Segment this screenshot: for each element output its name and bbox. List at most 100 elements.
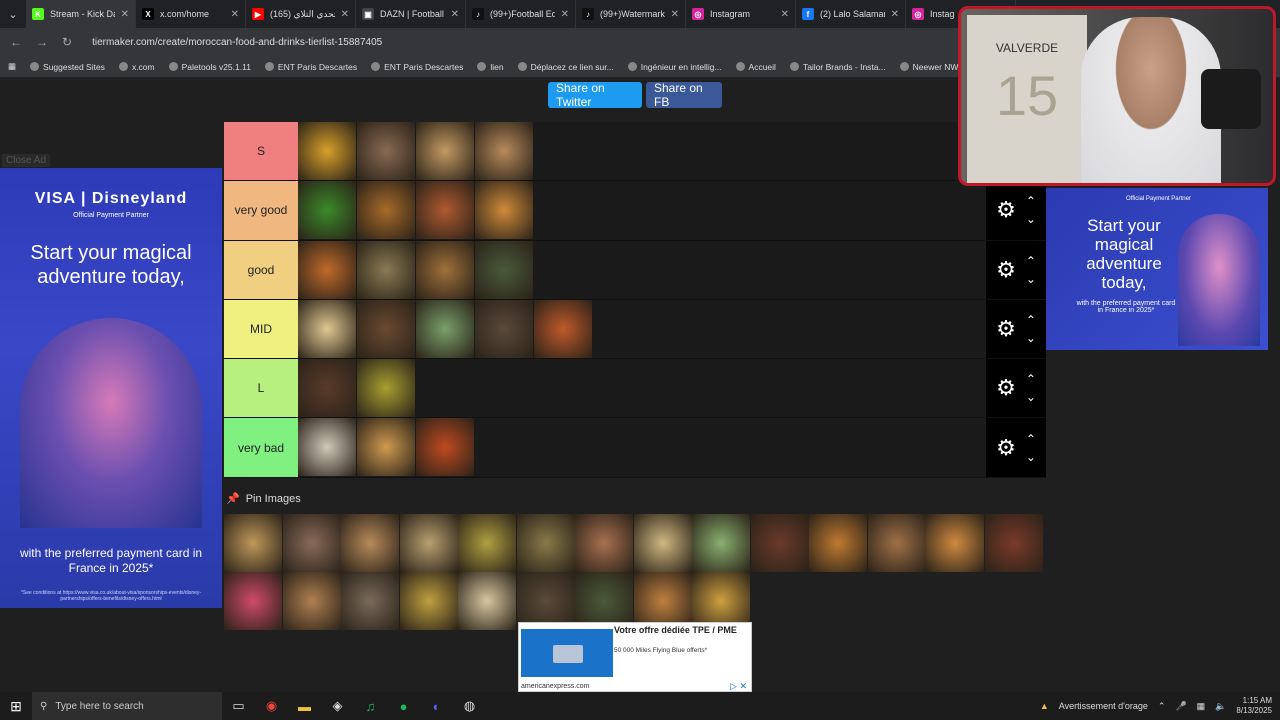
share-facebook-button[interactable]: Share on FB bbox=[646, 81, 722, 109]
pinned-food-image[interactable] bbox=[458, 572, 516, 630]
pinned-food-image[interactable] bbox=[399, 514, 458, 572]
pin-images-header[interactable]: 📌 Pin Images bbox=[226, 492, 301, 506]
close-tab-icon[interactable]: ✕ bbox=[561, 9, 569, 20]
close-tab-icon[interactable]: ✕ bbox=[671, 9, 679, 20]
food-image[interactable] bbox=[475, 299, 533, 358]
food-image[interactable] bbox=[416, 181, 474, 240]
amex-promo-ad[interactable]: Votre offre dédiée TPE / PME 50 000 Mile… bbox=[518, 622, 752, 692]
chevron-down-icon[interactable]: ⌄ bbox=[1026, 210, 1036, 228]
close-tab-icon[interactable]: ✕ bbox=[341, 9, 349, 20]
pinned-food-image[interactable] bbox=[224, 572, 282, 630]
food-image[interactable] bbox=[298, 240, 356, 299]
clock[interactable]: 1:15 AM 8/13/2025 bbox=[1236, 696, 1272, 716]
chevron-up-icon[interactable]: ⌃ bbox=[1026, 252, 1036, 270]
chevron-down-icon[interactable]: ⌄ bbox=[1026, 329, 1036, 347]
pinned-food-image[interactable] bbox=[692, 514, 750, 572]
file-explorer-icon[interactable]: ▬ bbox=[288, 699, 321, 714]
pinned-food-image[interactable] bbox=[633, 514, 692, 572]
food-image[interactable] bbox=[475, 181, 533, 240]
browser-tab[interactable]: ▣ DAZN | Football | ✕ bbox=[356, 0, 466, 28]
tier-label[interactable]: very bad bbox=[224, 418, 298, 477]
gear-icon[interactable]: ⚙ bbox=[996, 257, 1016, 283]
pinned-food-image[interactable] bbox=[750, 514, 809, 572]
bookmark-item[interactable]: lien bbox=[477, 62, 504, 72]
browser-tab[interactable]: ♪ (99+)Watermark ✕ bbox=[576, 0, 686, 28]
browser-tab[interactable]: Xx.com/home ✕ bbox=[136, 0, 246, 28]
pinned-food-image[interactable] bbox=[341, 572, 399, 630]
spotify-icon[interactable]: ● bbox=[387, 699, 420, 714]
bookmark-item[interactable]: Ingénieur en intellig... bbox=[627, 62, 722, 72]
browser-tab[interactable]: f (2) Lalo Salamanc ✕ bbox=[796, 0, 906, 28]
food-image[interactable] bbox=[475, 240, 533, 299]
close-tab-icon[interactable]: ✕ bbox=[781, 9, 789, 20]
pinned-food-image[interactable] bbox=[984, 514, 1043, 572]
bookmark-item[interactable]: x.com bbox=[118, 62, 155, 72]
pinned-food-image[interactable] bbox=[282, 572, 341, 630]
tier-label[interactable]: S bbox=[224, 122, 298, 181]
apps-grid-icon[interactable]: ▦ bbox=[8, 61, 16, 72]
ad-choices-icon[interactable]: ▷ ✕ bbox=[730, 681, 747, 692]
close-tab-icon[interactable]: ✕ bbox=[231, 9, 239, 20]
url-field[interactable]: tiermaker.com/create/moroccan-food-and-d… bbox=[92, 37, 382, 48]
tray-chevron-icon[interactable]: ⌃ bbox=[1158, 701, 1166, 712]
chevron-down-icon[interactable]: ⌄ bbox=[1026, 270, 1036, 288]
food-image[interactable] bbox=[416, 122, 474, 180]
music-app-icon[interactable]: ♫ bbox=[354, 699, 387, 714]
food-image[interactable] bbox=[298, 122, 356, 180]
food-image[interactable] bbox=[357, 240, 415, 299]
taskbar-search[interactable]: ⚲ Type here to search bbox=[32, 692, 222, 720]
pinned-food-image[interactable] bbox=[575, 514, 633, 572]
discord-icon[interactable]: ◐ bbox=[420, 699, 453, 714]
food-image[interactable] bbox=[298, 418, 356, 477]
back-icon[interactable]: ← bbox=[10, 35, 22, 49]
pinned-food-image[interactable] bbox=[516, 514, 575, 572]
pinned-food-image[interactable] bbox=[809, 514, 867, 572]
gear-icon[interactable]: ⚙ bbox=[996, 435, 1016, 461]
gear-icon[interactable]: ⚙ bbox=[996, 375, 1016, 401]
app-icon[interactable]: ◈ bbox=[321, 698, 354, 714]
pinned-food-image[interactable] bbox=[458, 514, 516, 572]
chevron-up-icon[interactable]: ⌃ bbox=[1026, 192, 1036, 210]
bookmark-item[interactable]: Déplacez ce lien sur... bbox=[517, 62, 614, 72]
food-image[interactable] bbox=[357, 299, 415, 358]
food-image[interactable] bbox=[357, 359, 415, 418]
close-ad-button[interactable]: Close Ad bbox=[2, 154, 51, 167]
tier-label[interactable]: L bbox=[224, 359, 298, 418]
tab-search-icon[interactable]: ⌄ bbox=[0, 8, 26, 21]
food-image[interactable] bbox=[298, 181, 356, 240]
pinned-food-image[interactable] bbox=[399, 572, 458, 630]
close-tab-icon[interactable]: ✕ bbox=[121, 9, 129, 20]
food-image[interactable] bbox=[416, 299, 474, 358]
bookmark-item[interactable]: Accueil bbox=[735, 62, 776, 72]
volume-icon[interactable]: 🔈 bbox=[1215, 701, 1226, 712]
food-image[interactable] bbox=[475, 122, 533, 180]
browser-tab[interactable]: ▶ (165) تحدي التلاي ✕ bbox=[246, 0, 356, 28]
tier-label[interactable]: MID bbox=[224, 299, 298, 359]
close-tab-icon[interactable]: ✕ bbox=[891, 9, 899, 20]
bookmark-item[interactable]: Paletools v25.1.11 bbox=[168, 62, 251, 72]
chevron-up-icon[interactable]: ⌃ bbox=[1026, 370, 1036, 388]
food-image[interactable] bbox=[357, 181, 415, 240]
food-image[interactable] bbox=[298, 299, 356, 358]
reload-icon[interactable]: ↻ bbox=[62, 35, 72, 49]
forward-icon[interactable]: → bbox=[36, 35, 48, 49]
bookmark-item[interactable]: Tailor Brands - Insta... bbox=[789, 62, 886, 72]
food-image[interactable] bbox=[534, 299, 592, 358]
chevron-down-icon[interactable]: ⌄ bbox=[1026, 388, 1036, 406]
food-image[interactable] bbox=[357, 418, 415, 477]
chevron-up-icon[interactable]: ⌃ bbox=[1026, 311, 1036, 329]
pinned-food-image[interactable] bbox=[341, 514, 399, 572]
bookmark-item[interactable]: ENT Paris Descartes bbox=[371, 62, 463, 72]
pinned-food-image[interactable] bbox=[926, 514, 984, 572]
gear-icon[interactable]: ⚙ bbox=[996, 197, 1016, 223]
microphone-icon[interactable]: 🎤 bbox=[1175, 701, 1186, 712]
gear-icon[interactable]: ⚙ bbox=[996, 316, 1016, 342]
browser-tab[interactable]: K Stream - Kick Da ✕ bbox=[26, 0, 136, 28]
chevron-up-icon[interactable]: ⌃ bbox=[1026, 430, 1036, 448]
pinned-food-image[interactable] bbox=[282, 514, 341, 572]
task-view-icon[interactable]: ▭ bbox=[222, 698, 255, 714]
visa-disney-ad[interactable]: VISA | Disneyland Official Payment Partn… bbox=[0, 168, 222, 608]
network-icon[interactable]: ▦ bbox=[1197, 701, 1206, 712]
obs-icon[interactable]: ◍ bbox=[453, 698, 486, 714]
food-image[interactable] bbox=[357, 122, 415, 180]
